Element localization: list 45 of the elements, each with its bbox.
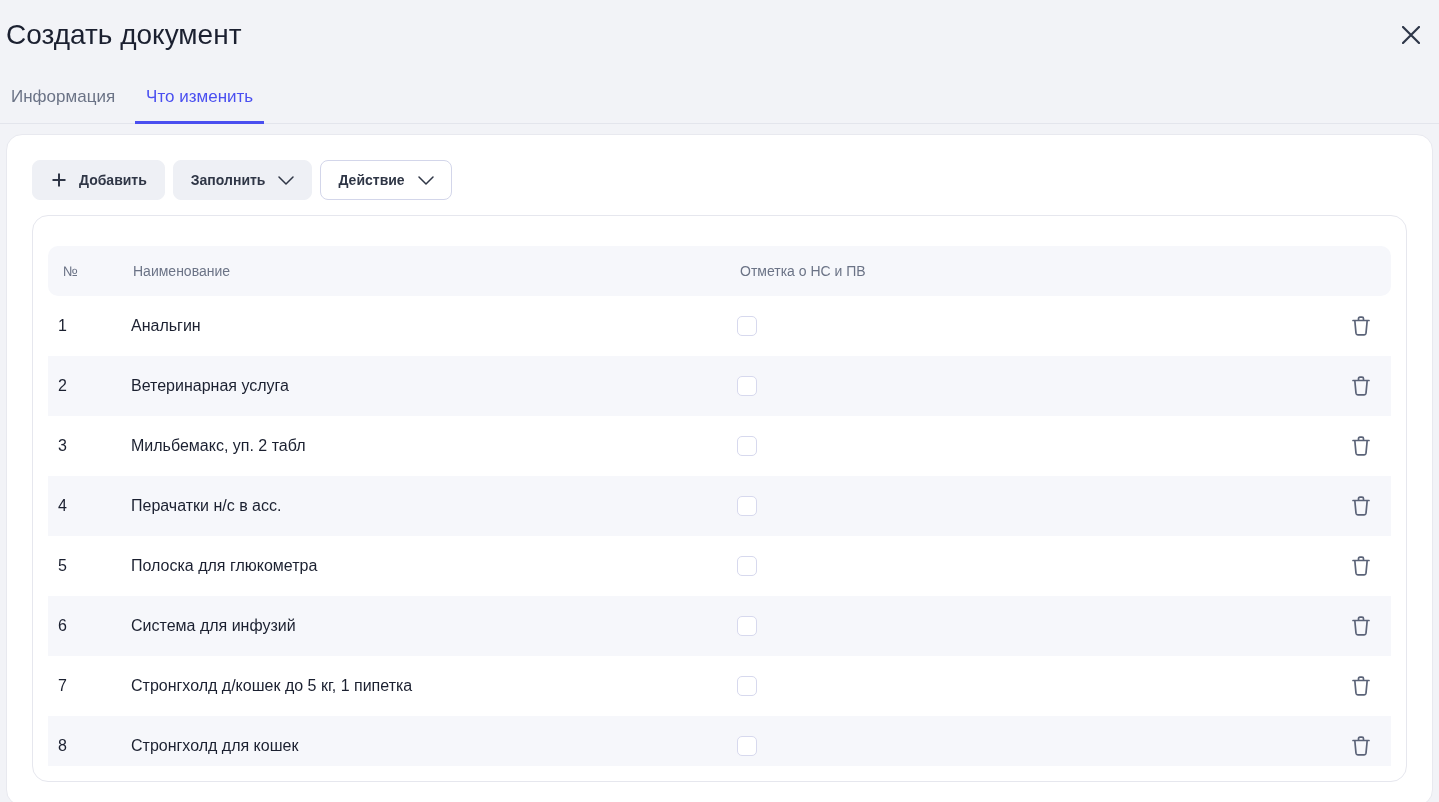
checkbox[interactable] [737, 676, 757, 696]
trash-icon[interactable] [1352, 496, 1370, 516]
item-name: Перачатки н/с в асс. [131, 497, 282, 515]
checkbox[interactable] [737, 496, 757, 516]
checkbox[interactable] [737, 616, 757, 636]
row-number: 7 [58, 677, 67, 695]
add-button[interactable]: Добавить [32, 160, 165, 200]
trash-icon[interactable] [1352, 676, 1370, 696]
chevron-down-icon [278, 175, 295, 185]
dropdown-button[interactable]: Заполнить [172, 160, 313, 200]
column-header: Наименование [133, 263, 231, 279]
trash-icon[interactable] [1352, 436, 1370, 456]
close-icon[interactable] [1402, 26, 1420, 44]
dropdown-button[interactable]: Действие [320, 160, 452, 200]
trash-icon[interactable] [1352, 736, 1370, 756]
item-name: Стронгхолд д/кошек до 5 кг, 1 пипетка [131, 677, 413, 695]
tab[interactable]: Что изменить [135, 72, 265, 124]
window-title: Создать документ [6, 18, 242, 52]
item-name: Ветеринарная услуга [131, 377, 289, 395]
checkbox[interactable] [737, 376, 757, 396]
trash-icon[interactable] [1352, 316, 1370, 336]
item-name: Полоска для глюкометра [131, 557, 318, 575]
row-number: 4 [58, 497, 67, 515]
checkbox[interactable] [737, 436, 757, 456]
checkbox[interactable] [737, 736, 757, 756]
item-name: Анальгин [131, 317, 201, 335]
chevron-down-icon [417, 175, 434, 185]
column-header: Отметка о НС и ПВ [740, 263, 866, 279]
item-name: Мильбемакс, уп. 2 табл [131, 437, 306, 455]
column-header: № [63, 263, 79, 279]
plus-icon [52, 173, 66, 187]
row-number: 5 [58, 557, 67, 575]
tab[interactable]: Информация [0, 72, 127, 124]
trash-icon[interactable] [1352, 376, 1370, 396]
checkbox[interactable] [737, 316, 757, 336]
checkbox[interactable] [737, 556, 757, 576]
row-number: 1 [58, 317, 67, 335]
item-name: Стронгхолд для кошек [131, 737, 299, 755]
row-number: 6 [58, 617, 67, 635]
row-number: 8 [58, 737, 67, 755]
row-number: 2 [58, 377, 67, 395]
trash-icon[interactable] [1352, 616, 1370, 636]
trash-icon[interactable] [1352, 556, 1370, 576]
row-number: 3 [58, 437, 67, 455]
item-name: Система для инфузий [131, 617, 296, 635]
